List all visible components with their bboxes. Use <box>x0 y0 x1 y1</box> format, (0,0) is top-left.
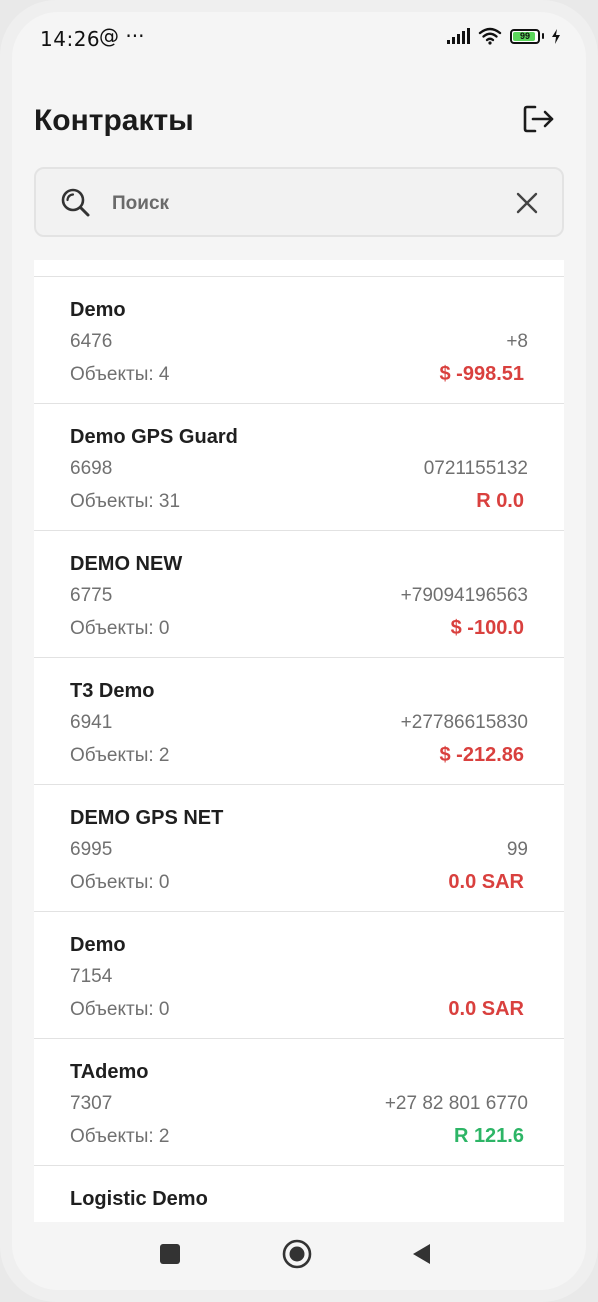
contract-objects-count: Объекты: 2 <box>70 745 170 766</box>
contract-balance: R 121.6 <box>453 1125 524 1147</box>
square-icon[interactable] <box>160 1244 180 1264</box>
contract-phone: 0721155132 <box>423 458 528 479</box>
signal-icon <box>447 28 470 44</box>
contract-id: 6995 <box>70 839 113 860</box>
wifi-icon <box>478 27 502 45</box>
contract-card[interactable]: DEMO NEW 6775 +79094196563 Объекты: 0 $ -100… <box>34 531 564 658</box>
contract-name: Demo <box>70 299 126 321</box>
page-title: Контракты <box>34 104 194 137</box>
home-circle-icon[interactable] <box>282 1239 312 1269</box>
contract-card[interactable]: T3 Demo 6941 +27786615830 Объекты: 2 $ -212.… <box>34 658 564 785</box>
contract-objects-count: Объекты: 2 <box>70 1126 170 1147</box>
contract-card[interactable]: Logistic Demo <box>34 1166 564 1222</box>
contract-id: 6698 <box>70 458 113 479</box>
contract-phone: +79094196563 <box>400 585 528 606</box>
status-indicators: 99 <box>447 27 560 45</box>
contract-objects-count: Объекты: 31 <box>70 491 181 512</box>
close-icon[interactable] <box>514 190 540 216</box>
logout-button[interactable] <box>516 96 562 142</box>
contracts-list[interactable]: Demo 6476 +8 Объекты: 4 $ -998.51 Demo GPS Gu… <box>34 260 564 1222</box>
contract-phone: +8 <box>506 331 528 352</box>
status-time: 14:26 <box>40 27 101 51</box>
list-top-edge <box>34 260 564 277</box>
search-input[interactable] <box>110 185 504 223</box>
contract-phone: +27786615830 <box>400 712 528 733</box>
contract-name: Logistic Demo <box>70 1188 208 1210</box>
contract-id: 6941 <box>70 712 113 733</box>
contract-balance: 0.0 SAR <box>448 871 524 893</box>
screen: 14:26 @ ··· 99 Контракты Поиск Demo 6476… <box>12 12 586 1290</box>
contract-name: Demo GPS Guard <box>70 426 238 448</box>
contract-objects-count: Объекты: 4 <box>70 364 170 385</box>
contract-objects-count: Объекты: 0 <box>70 618 170 639</box>
contract-id: 6476 <box>70 331 113 352</box>
contract-balance: R 0.0 <box>476 490 524 512</box>
search-icon <box>61 188 90 217</box>
contract-card[interactable]: Demo GPS Guard 6698 0721155132 Объекты: 31 R… <box>34 404 564 531</box>
contract-name: T3 Demo <box>70 680 155 702</box>
app-header: Контракты <box>12 82 586 152</box>
contract-name: DEMO GPS NET <box>70 807 224 829</box>
battery-icon: 99 <box>510 28 540 44</box>
battery-level: 99 <box>519 31 530 41</box>
system-nav-bar <box>12 1222 586 1290</box>
charging-icon <box>552 28 560 44</box>
contract-card[interactable]: Demo 7154 Объекты: 0 0.0 SAR <box>34 912 564 1039</box>
contract-card[interactable]: Demo 6476 +8 Объекты: 4 $ -998.51 <box>34 277 564 404</box>
contract-balance: $ -998.51 <box>439 363 524 385</box>
status-bar: 14:26 @ ··· 99 <box>12 12 586 64</box>
contract-id: 7307 <box>70 1093 113 1114</box>
status-notifications: @ ··· <box>99 24 145 48</box>
contract-id: 7154 <box>70 966 113 987</box>
contract-name: Demo <box>70 934 126 956</box>
contract-phone: +27 82 801 6770 <box>384 1093 528 1114</box>
contract-name: TAdemo <box>70 1061 149 1083</box>
search-bar <box>34 167 564 237</box>
battery-tip <box>542 33 544 39</box>
contract-balance: 0.0 SAR <box>448 998 524 1020</box>
contract-objects-count: Объекты: 0 <box>70 999 170 1020</box>
contract-phone: 99 <box>506 839 528 860</box>
contract-name: DEMO NEW <box>70 553 183 575</box>
logout-icon <box>523 105 554 133</box>
back-triangle-icon[interactable] <box>410 1242 432 1266</box>
contract-id: 6775 <box>70 585 113 606</box>
contract-card[interactable]: DEMO GPS NET 6995 99 Объекты: 0 0.0 SAR <box>34 785 564 912</box>
phone-frame: 14:26 @ ··· 99 Контракты Поиск Demo 6476… <box>0 0 598 1302</box>
contract-objects-count: Объекты: 0 <box>70 872 170 893</box>
contract-card[interactable]: TAdemo 7307 +27 82 801 6770 Объекты: 2 R 121… <box>34 1039 564 1166</box>
contract-balance: $ -212.86 <box>439 744 524 766</box>
contract-balance: $ -100.0 <box>450 617 524 639</box>
